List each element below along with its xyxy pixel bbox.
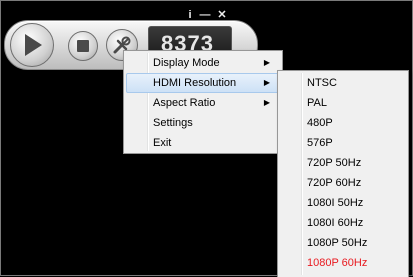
info-button[interactable]: i — [184, 9, 196, 21]
menu-item-exit[interactable]: Exit — [126, 133, 280, 153]
submenu-arrow-icon: ▶ — [263, 58, 270, 67]
menu-item-label: Settings — [153, 117, 193, 129]
menu-item-settings[interactable]: Settings — [126, 113, 280, 133]
stop-button[interactable] — [68, 31, 98, 61]
submenu-item-1080i-60hz[interactable]: 1080I 60Hz — [280, 213, 406, 233]
minimize-button[interactable]: — — [199, 9, 211, 21]
submenu-item-label: 720P 50Hz — [307, 157, 362, 169]
submenu-item-720p-50hz[interactable]: 720P 50Hz — [280, 153, 406, 173]
play-icon — [25, 34, 42, 56]
submenu-item-label: 576P — [307, 137, 333, 149]
submenu-item-label: 1080I 60Hz — [307, 217, 364, 229]
submenu-item-label: NTSC — [307, 77, 337, 89]
stop-icon — [77, 40, 89, 52]
submenu-item-label: 1080I 50Hz — [307, 197, 364, 209]
submenu-item-label: PAL — [307, 97, 327, 109]
close-button[interactable]: ✕ — [216, 9, 228, 21]
submenu-item-480p[interactable]: 480P — [280, 113, 406, 133]
hdmi-resolution-submenu: NTSC PAL 480P 576P 720P 50Hz 720P 60Hz 1… — [277, 70, 409, 277]
submenu-item-label-selected: 1080P 60Hz — [307, 257, 368, 269]
submenu-item-1080p-50hz[interactable]: 1080P 50Hz — [280, 233, 406, 253]
menu-item-label: Exit — [153, 137, 172, 149]
play-button[interactable] — [10, 23, 54, 67]
menu-item-display-mode[interactable]: Display Mode ▶ — [126, 53, 280, 73]
submenu-item-pal[interactable]: PAL — [280, 93, 406, 113]
submenu-item-ntsc[interactable]: NTSC — [280, 73, 406, 93]
menu-item-label: HDMI Resolution — [153, 77, 237, 89]
submenu-item-720p-60hz[interactable]: 720P 60Hz — [280, 173, 406, 193]
menu-item-label: Aspect Ratio — [153, 97, 216, 109]
menu-item-label: Display Mode — [153, 57, 220, 69]
menu-item-hdmi-resolution[interactable]: HDMI Resolution ▶ — [126, 73, 280, 93]
submenu-item-label: 1080P 50Hz — [307, 237, 368, 249]
submenu-item-1080i-50hz[interactable]: 1080I 50Hz — [280, 193, 406, 213]
submenu-item-label: 480P — [307, 117, 333, 129]
submenu-arrow-icon: ▶ — [263, 78, 270, 87]
submenu-item-576p[interactable]: 576P — [280, 133, 406, 153]
context-menu: Display Mode ▶ HDMI Resolution ▶ Aspect … — [123, 50, 283, 154]
submenu-item-1080p-60hz[interactable]: 1080P 60Hz — [280, 253, 406, 273]
submenu-item-label: 720P 60Hz — [307, 177, 362, 189]
submenu-arrow-icon: ▶ — [263, 98, 270, 107]
menu-item-aspect-ratio[interactable]: Aspect Ratio ▶ — [126, 93, 280, 113]
